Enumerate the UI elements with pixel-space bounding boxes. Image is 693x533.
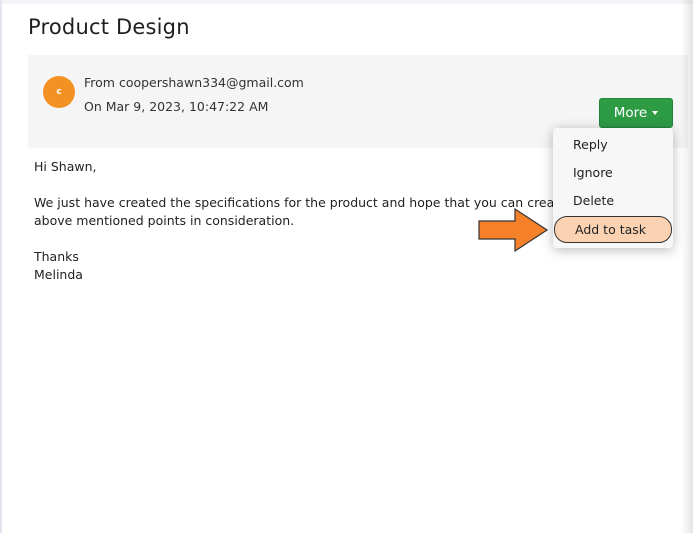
- body-line-2: above mentioned points in consideration.: [34, 213, 295, 228]
- menu-item-ignore[interactable]: Ignore: [573, 165, 613, 180]
- more-button-label: More: [613, 105, 648, 121]
- date-line: On Mar 9, 2023, 10:47:22 AM: [84, 99, 269, 114]
- avatar: c: [43, 76, 75, 108]
- more-dropdown-menu: Reply Ignore Delete Add to task: [553, 128, 673, 248]
- email-subject: Product Design: [28, 15, 190, 39]
- caret-down-icon: [652, 111, 659, 115]
- menu-item-reply[interactable]: Reply: [573, 137, 608, 152]
- body-greeting: Hi Shawn,: [34, 159, 97, 174]
- menu-item-add-to-task[interactable]: Add to task: [554, 216, 672, 243]
- arrow-right-icon: [478, 208, 549, 252]
- more-button[interactable]: More: [599, 98, 673, 128]
- menu-item-delete[interactable]: Delete: [573, 193, 614, 208]
- sender-line: From coopershawn334@gmail.com: [84, 75, 304, 90]
- email-view: Product Design c From coopershawn334@gma…: [0, 0, 693, 533]
- body-signature: Melinda: [34, 267, 83, 282]
- right-shadow-edge: [681, 0, 693, 533]
- left-border: [0, 0, 2, 533]
- body-signoff: Thanks: [34, 249, 79, 264]
- top-strip: [0, 0, 693, 4]
